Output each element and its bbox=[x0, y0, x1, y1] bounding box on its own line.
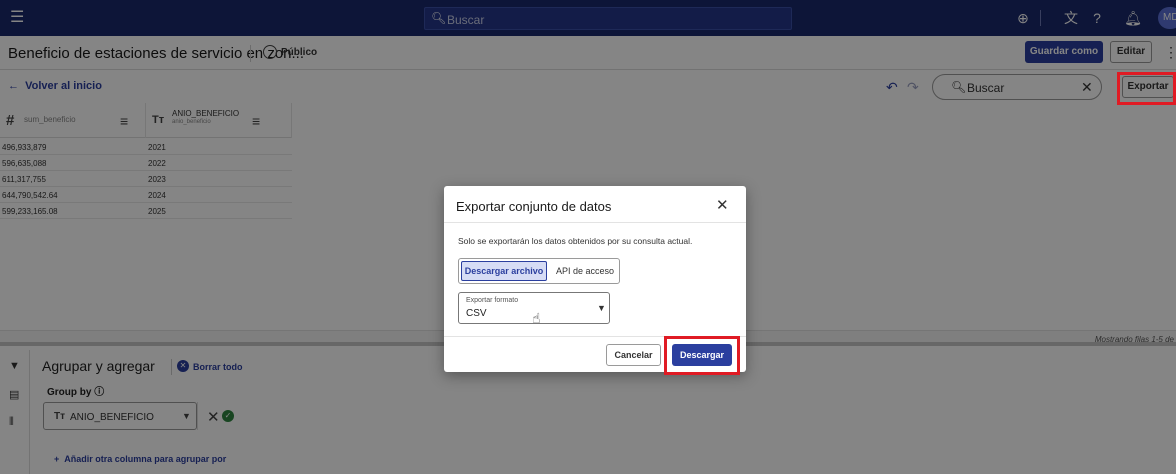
close-icon[interactable]: ✕ bbox=[716, 196, 729, 214]
export-note: Solo se exportarán los datos obtenidos p… bbox=[458, 236, 693, 246]
dialog-title: Exportar conjunto de datos bbox=[456, 199, 612, 214]
format-value: CSV bbox=[466, 308, 487, 319]
chevron-down-icon: ▼ bbox=[597, 303, 606, 313]
dialog-divider bbox=[444, 222, 746, 223]
tab-download-file[interactable]: Descargar archivo bbox=[461, 261, 547, 281]
format-label: Exportar formato bbox=[466, 297, 519, 304]
export-mode-toggle: Descargar archivo API de acceso bbox=[458, 258, 620, 284]
tab-api-access[interactable]: API de acceso bbox=[551, 262, 619, 282]
highlight-download bbox=[664, 336, 740, 375]
pointer-cursor-icon: ☝︎ bbox=[532, 310, 541, 326]
highlight-export bbox=[1117, 72, 1176, 105]
cancel-button[interactable]: Cancelar bbox=[606, 344, 661, 366]
